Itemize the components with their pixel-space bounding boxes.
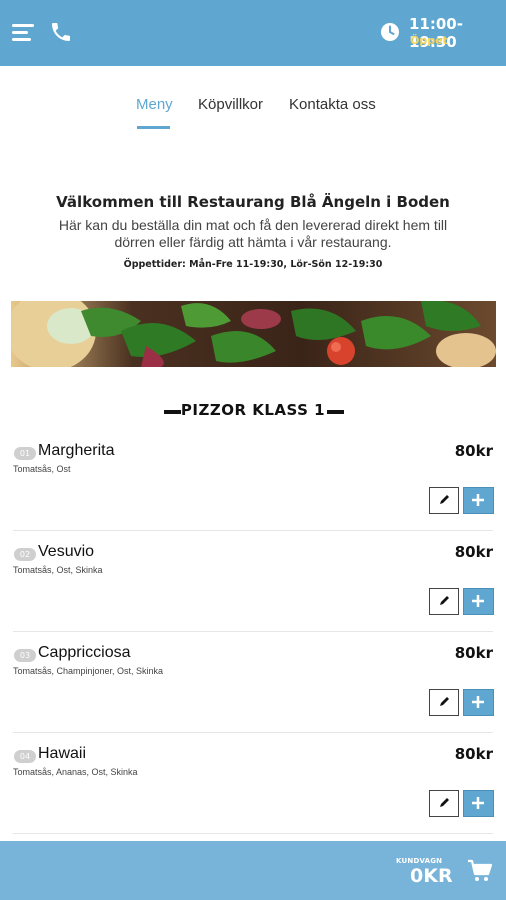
welcome-description: Här kan du beställa din mat och få den l… (58, 217, 448, 250)
item-divider (13, 833, 493, 834)
add-to-cart-button[interactable] (463, 487, 494, 514)
pencil-icon (440, 495, 449, 504)
item-price: 80kr (454, 644, 493, 662)
top-bar: 11:00-19:30 Öppet (0, 0, 506, 66)
section-title: PIZZOR KLASS 1 (180, 401, 326, 419)
item-price: 80kr (454, 543, 493, 561)
item-price: 80kr (454, 745, 493, 763)
item-ingredients: Tomatsås, Ost, Skinka (13, 565, 103, 575)
item-divider (13, 530, 493, 531)
tab-kontakta-oss[interactable]: Kontakta oss (289, 96, 376, 113)
plus-icon (472, 494, 484, 506)
welcome-section: Välkommen till Restaurang Blå Ängeln i B… (0, 193, 506, 270)
open-status-badge: Öppet (410, 34, 448, 47)
tab-bar: Meny Köpvillkor Kontakta oss (0, 66, 506, 136)
shopping-cart-icon[interactable] (467, 859, 493, 883)
plus-icon (472, 797, 484, 809)
edit-item-button[interactable] (429, 790, 459, 817)
item-price: 80kr (454, 442, 493, 460)
pencil-icon (440, 697, 449, 706)
tab-meny[interactable]: Meny (136, 96, 173, 113)
edit-item-button[interactable] (429, 689, 459, 716)
item-number-badge: 02 (14, 548, 36, 561)
item-name: Margherita (38, 442, 115, 459)
welcome-title: Välkommen till Restaurang Blå Ängeln i B… (56, 193, 450, 211)
menu-item: 04 Hawaii 80kr Tomatsås, Ananas, Ost, Sk… (0, 742, 506, 843)
pencil-icon (440, 798, 449, 807)
food-banner-image (11, 301, 496, 367)
item-number-badge: 01 (14, 447, 36, 460)
add-to-cart-button[interactable] (463, 588, 494, 615)
clock-icon (379, 21, 401, 43)
item-divider (13, 732, 493, 733)
item-divider (13, 631, 493, 632)
item-name: Vesuvio (38, 543, 95, 560)
item-ingredients: Tomatsås, Champinjoner, Ost, Skinka (13, 666, 164, 676)
cart-bar[interactable]: KUNDVAGN 0KR (0, 841, 506, 900)
tab-kopvillkor[interactable]: Köpvillkor (198, 96, 263, 113)
menu-item: 02 Vesuvio 80kr Tomatsås, Ost, Skinka (0, 540, 506, 641)
edit-item-button[interactable] (429, 588, 459, 615)
cart-label: KUNDVAGN (396, 857, 443, 865)
item-number-badge: 04 (14, 750, 36, 763)
plus-icon (472, 696, 484, 708)
phone-icon[interactable] (49, 20, 73, 44)
menu-item: 03 Cappricciosa 80kr Tomatsås, Champinjo… (0, 641, 506, 742)
item-ingredients: Tomatsås, Ost (13, 464, 71, 474)
edit-item-button[interactable] (429, 487, 459, 514)
hamburger-menu-icon[interactable] (12, 22, 36, 44)
cart-total: 0KR (410, 865, 453, 887)
pencil-icon (440, 596, 449, 605)
opening-hours-text: Öppettider: Mån-Fre 11-19:30, Lör-Sön 12… (123, 259, 383, 270)
active-tab-indicator (137, 126, 170, 129)
menu-item: 01 Margherita 80kr Tomatsås, Ost (0, 439, 506, 540)
plus-icon (472, 595, 484, 607)
section-dash-right (327, 410, 344, 414)
add-to-cart-button[interactable] (463, 790, 494, 817)
item-number-badge: 03 (14, 649, 36, 662)
item-name: Cappricciosa (38, 644, 131, 661)
item-ingredients: Tomatsås, Ananas, Ost, Skinka (13, 767, 138, 777)
add-to-cart-button[interactable] (463, 689, 494, 716)
item-name: Hawaii (38, 745, 87, 762)
